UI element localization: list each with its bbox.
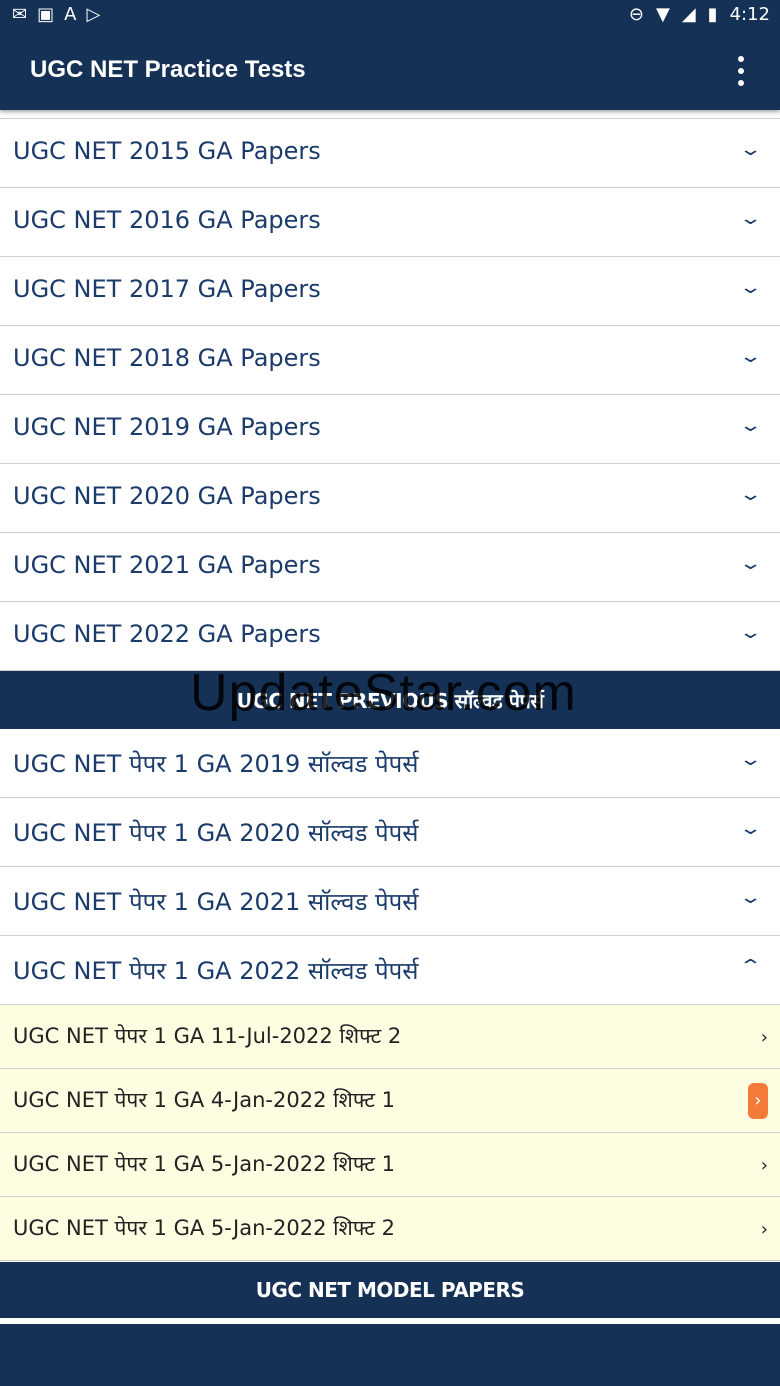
sub-paper-label: UGC NET पेपर 1 GA 11-Jul-2022 शिफ्ट 2 [13,1024,402,1048]
row-label: UGC NET 2021 GA Papers [13,551,321,579]
model-papers-header[interactable]: UGC NET MODEL PAPERS [0,1262,780,1318]
row-label: UGC NET 2016 GA Papers [13,206,321,234]
sub-paper-label: UGC NET पेपर 1 GA 4-Jan-2022 शिफ्ट 1 [13,1088,395,1112]
row-label: UGC NET पेपर 1 GA 2019 सॉल्वड पेपर्स [13,750,419,778]
play-store-icon: ▷ [86,4,101,25]
app-bar: UGC NET Practice Tests [0,32,780,110]
row-label: UGC NET 2017 GA Papers [13,275,321,303]
row-label: UGC NET 2022 GA Papers [13,620,321,648]
expandable-row[interactable]: UGC NET पेपर 1 GA 2021 सॉल्वड पेपर्स ⌄ [0,867,780,936]
battery-icon: ▮ [707,4,718,25]
expandable-row[interactable]: UGC NET पेपर 1 GA 2019 सॉल्वड पेपर्स ⌄ [0,729,780,798]
wifi-icon: ▼ [655,4,670,25]
chevron-down-icon: ⌄ [738,139,763,160]
notification-icons: ✉ ▣ A ▷ [12,4,100,25]
model-papers-title: UGC NET MODEL PAPERS [255,1278,525,1302]
expandable-row[interactable]: UGC NET 2018 GA Papers ⌄ [0,326,780,395]
font-icon: A [64,4,77,25]
sub-paper-item[interactable]: UGC NET पेपर 1 GA 5-Jan-2022 शिफ्ट 2 › [0,1197,780,1261]
row-label: UGC NET 2019 GA Papers [13,413,321,441]
expandable-row[interactable]: UGC NET 2020 GA Papers ⌄ [0,464,780,533]
chevron-down-icon: ⌄ [738,484,763,505]
expandable-row[interactable]: UGC NET 2016 GA Papers ⌄ [0,188,780,257]
row-label: UGC NET 2020 GA Papers [13,482,321,510]
chevron-down-icon: ⌄ [738,277,763,298]
row-label: UGC NET 2015 GA Papers [13,137,321,165]
sub-paper-item[interactable]: UGC NET पेपर 1 GA 5-Jan-2022 शिफ्ट 1 › [0,1133,780,1197]
chevron-down-icon: ⌄ [738,887,763,908]
app-title: UGC NET Practice Tests [30,56,306,83]
row-label: UGC NET पेपर 1 GA 2021 सॉल्वड पेपर्स [13,888,419,916]
status-bar: ✉ ▣ A ▷ ⊖ ▼ ◢ ▮ 4:12 [0,0,780,32]
chevron-down-icon: ⌄ [738,346,763,367]
expandable-row[interactable]: UGC NET 2019 GA Papers ⌄ [0,395,780,464]
chevron-down-icon: ⌄ [738,208,763,229]
sub-paper-item[interactable]: UGC NET पेपर 1 GA 4-Jan-2022 शिफ्ट 1 › [0,1069,780,1133]
expandable-row[interactable]: UGC NET 2022 GA Papers ⌄ [0,602,780,671]
chevron-up-icon: ⌃ [738,956,763,977]
expandable-row[interactable]: UGC NET पेपर 1 GA 2020 सॉल्वड पेपर्स ⌄ [0,798,780,867]
sub-paper-label: UGC NET पेपर 1 GA 5-Jan-2022 शिफ्ट 2 [13,1216,395,1240]
chevron-down-icon: ⌄ [738,415,763,436]
chevron-down-icon: ⌄ [738,622,763,643]
clock: 4:12 [729,4,770,25]
chevron-down-icon: ⌄ [738,749,763,770]
system-icons: ⊖ ▼ ◢ ▮ 4:12 [629,4,770,25]
chevron-right-icon: › [760,1155,768,1176]
ga-papers-list: UGC NET 2015 GA Papers ⌄ UGC NET 2016 GA P… [0,118,780,671]
sub-paper-item[interactable]: UGC NET पेपर 1 GA 11-Jul-2022 शिफ्ट 2 › [0,1005,780,1069]
overflow-menu-icon[interactable] [732,56,750,86]
watermark: UpdateStar.com [190,664,577,722]
row-label: UGC NET 2018 GA Papers [13,344,321,372]
sub-papers-list: UGC NET पेपर 1 GA 11-Jul-2022 शिफ्ट 2 › UG… [0,1005,780,1261]
chevron-down-icon: ⌄ [738,553,763,574]
expandable-row[interactable]: UGC NET 2015 GA Papers ⌄ [0,118,780,188]
chevron-right-icon: › [748,1083,768,1119]
chevron-right-icon: › [760,1027,768,1048]
image-icon: ▣ [37,4,55,25]
sub-paper-label: UGC NET पेपर 1 GA 5-Jan-2022 शिफ्ट 1 [13,1152,395,1176]
row-label: UGC NET पेपर 1 GA 2022 सॉल्वड पेपर्स [13,957,419,985]
row-label: UGC NET पेपर 1 GA 2020 सॉल्वड पेपर्स [13,819,419,847]
hindi-papers-list: UGC NET पेपर 1 GA 2019 सॉल्वड पेपर्स ⌄ UGC… [0,729,780,1005]
expandable-row[interactable]: UGC NET पेपर 1 GA 2022 सॉल्वड पेपर्स ⌃ [0,936,780,1005]
chevron-right-icon: › [760,1219,768,1240]
expandable-row[interactable]: UGC NET 2021 GA Papers ⌄ [0,533,780,602]
papers-list: UGC NET 2015 GA Papers ⌄ UGC NET 2016 GA P… [0,118,780,1261]
expandable-row[interactable]: UGC NET 2017 GA Papers ⌄ [0,257,780,326]
bottom-panel [0,1324,780,1386]
previous-papers-header: UGC NET PREVIOUS सॉल्वड पेपर्स UpdateSta… [0,664,780,729]
dnd-icon: ⊖ [628,4,644,25]
signal-icon: ◢ [681,4,696,25]
chevron-down-icon: ⌄ [738,818,763,839]
gmail-icon: ✉ [12,4,28,25]
